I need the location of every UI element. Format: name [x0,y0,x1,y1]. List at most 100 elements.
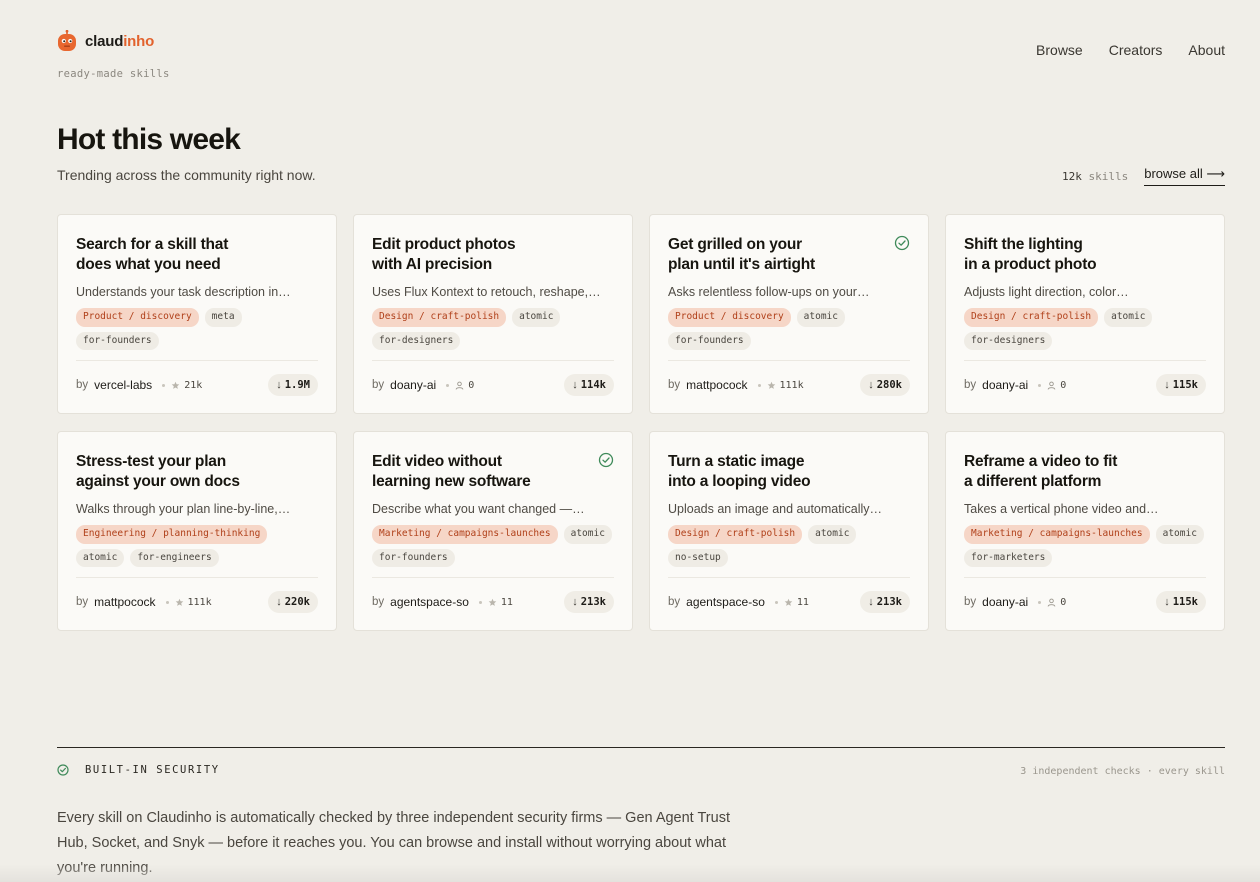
skill-count: 12k skills [1062,170,1128,183]
author-link[interactable]: agentspace-so [390,595,469,609]
separator-dot [774,600,778,604]
nav-browse[interactable]: Browse [1036,42,1083,58]
security-label: BUILT-IN SECURITY [85,764,220,776]
card-footer: by agentspace-so 11 ↓ 213k [372,589,614,615]
tag-list: Product / discovery meta for-founders [76,308,320,350]
card-description: Adjusts light direction, color… [964,285,1129,299]
card-footer: by doany-ai 0 ↓ 115k [964,589,1206,615]
skill-card[interactable]: Reframe a video to fit a different platf… [945,431,1225,631]
card-divider [76,577,318,578]
author-link[interactable]: agentspace-so [686,595,765,609]
tag[interactable]: atomic [563,525,612,544]
author-stat: 11 [796,596,809,608]
download-arrow-icon: ↓ [1164,596,1170,608]
downloads-badge: ↓ 220k [268,591,318,613]
user-icon [1047,381,1056,390]
tag[interactable]: meta [204,308,242,327]
downloads-count: 115k [1172,379,1198,391]
skill-card[interactable]: Stress-test your plan against your own d… [57,431,337,631]
tag[interactable]: atomic [796,308,845,327]
brand-tagline: ready-made skills [57,68,170,80]
by-label: by [668,379,681,391]
card-footer: by vercel-labs 21k ↓ 1.9M [76,372,318,398]
tag[interactable]: for-designers [372,331,461,350]
skill-card[interactable]: Get grilled on your plan until it's airt… [649,214,929,414]
author-link[interactable]: doany-ai [982,595,1028,609]
tag[interactable]: for-founders [76,331,159,350]
downloads-count: 213k [876,596,902,608]
tag[interactable]: atomic [76,548,125,567]
by-label: by [668,596,681,608]
author-link[interactable]: mattpocock [686,378,747,392]
section-title: Hot this week [57,123,241,156]
downloads-badge: ↓ 280k [860,374,910,396]
separator-dot [478,600,482,604]
category-tag[interactable]: Product / discovery [76,308,199,327]
skill-card[interactable]: Edit product photos with AI precision Us… [353,214,633,414]
download-arrow-icon: ↓ [572,379,578,391]
tag[interactable]: for-founders [668,331,751,350]
category-tag[interactable]: Product / discovery [668,308,791,327]
category-tag[interactable]: Design / craft-polish [964,308,1099,327]
category-tag[interactable]: Design / craft-polish [372,308,507,327]
by-label: by [372,379,385,391]
card-title: Shift the lighting in a product photo [964,236,1097,273]
downloads-count: 213k [580,596,606,608]
tag-list: Engineering / planning-thinking atomic for… [76,525,320,567]
author-link[interactable]: vercel-labs [94,378,152,392]
by-label: by [964,379,977,391]
author-link[interactable]: doany-ai [982,378,1028,392]
author-stat: 111k [187,596,212,608]
browse-all-link[interactable]: browse all ⟶ [1144,166,1225,186]
download-arrow-icon: ↓ [276,379,282,391]
category-tag[interactable]: Marketing / campaigns-launches [964,525,1150,544]
skill-card[interactable]: Shift the lighting in a product photo Ad… [945,214,1225,414]
card-footer: by doany-ai 0 ↓ 114k [372,372,614,398]
card-title: Edit video without learning new software [372,453,531,490]
section-divider [57,747,1225,748]
tag[interactable]: no-setup [668,548,728,567]
card-description: Asks relentless follow-ups on your… [668,285,870,299]
skill-card[interactable]: Search for a skill that does what you ne… [57,214,337,414]
tag[interactable]: atomic [808,525,857,544]
robot-logo-icon [58,30,76,51]
skill-card[interactable]: Turn a static image into a looping video… [649,431,929,631]
tag[interactable]: for-engineers [130,548,219,567]
tag-list: Design / craft-polish atomic for-designers [372,308,616,350]
tag[interactable]: for-marketers [964,548,1053,567]
section-subtitle: Trending across the community right now. [57,167,316,183]
brand-name-part2: inho [123,32,155,50]
category-tag[interactable]: Design / craft-polish [668,525,803,544]
star-icon [784,598,793,606]
downloads-count: 114k [580,379,606,391]
star-icon [767,381,775,389]
separator-dot [1038,383,1042,387]
card-description: Understands your task description in… [76,285,291,299]
tag[interactable]: atomic [1104,308,1153,327]
nav-creators[interactable]: Creators [1109,42,1163,58]
nav-about[interactable]: About [1188,42,1225,58]
downloads-badge: ↓ 114k [564,374,614,396]
skill-card[interactable]: Edit video without learning new software… [353,431,633,631]
tag[interactable]: atomic [1155,525,1204,544]
author-link[interactable]: doany-ai [390,378,436,392]
tag[interactable]: for-designers [964,331,1053,350]
card-footer: by agentspace-so 11 ↓ 213k [668,589,910,615]
card-divider [76,360,318,361]
downloads-count: 115k [1172,596,1198,608]
separator-dot [1038,600,1042,604]
card-divider [964,360,1206,361]
tag[interactable]: for-founders [372,548,455,567]
brand-name-part1: claud [85,32,124,50]
downloads-count: 1.9M [284,379,310,391]
author-stat: 0 [1060,596,1067,608]
tag[interactable]: atomic [512,308,561,327]
category-tag[interactable]: Engineering / planning-thinking [76,525,268,544]
author-stat: 111k [779,379,804,391]
tag-list: Design / craft-polish atomic no-setup [668,525,912,567]
card-description: Uses Flux Kontext to retouch, reshape,… [372,285,601,299]
main-nav: Browse Creators About [1036,42,1225,58]
author-link[interactable]: mattpocock [94,595,155,609]
card-footer: by mattpocock 111k ↓ 220k [76,589,318,615]
category-tag[interactable]: Marketing / campaigns-launches [372,525,558,544]
